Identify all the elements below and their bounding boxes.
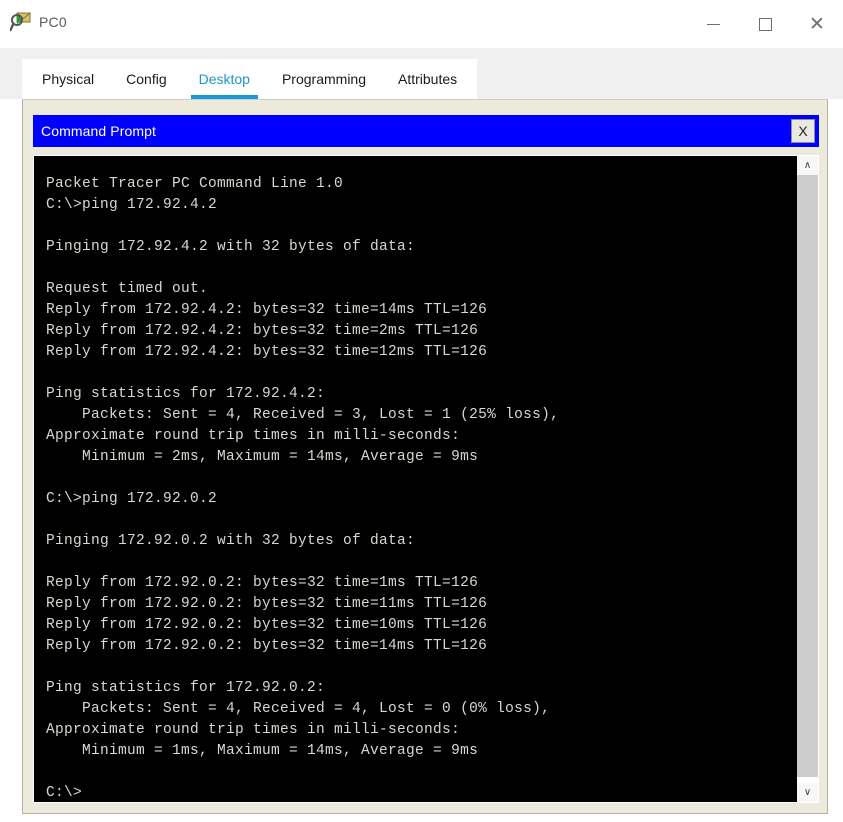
tab-list: Physical Config Desktop Programming Attr… [22, 59, 478, 99]
tab-attributes-label: Attributes [398, 71, 458, 87]
tab-strip: Physical Config Desktop Programming Attr… [0, 48, 843, 99]
window-title-text: PC0 [39, 14, 67, 30]
tab-desktop-label: Desktop [198, 71, 250, 87]
scrollbar-up-arrow[interactable]: ∧ [797, 156, 818, 175]
command-prompt-close-button[interactable]: X [791, 119, 815, 143]
tab-programming-label: Programming [281, 71, 366, 87]
tab-physical[interactable]: Physical [26, 59, 110, 99]
scrollbar-track[interactable] [797, 175, 818, 783]
close-button[interactable]: ✕ [791, 0, 843, 48]
window-titlebar: PC0 ✕ [0, 0, 843, 49]
window-controls: ✕ [687, 0, 843, 48]
tab-programming[interactable]: Programming [266, 59, 382, 99]
tab-config-label: Config [126, 71, 167, 87]
maximize-icon [758, 17, 772, 31]
packet-tracer-icon [9, 11, 32, 33]
tab-config[interactable]: Config [110, 59, 182, 99]
scrollbar-thumb[interactable] [797, 175, 818, 777]
desktop-panel: Command Prompt X Packet Tracer PC Comman… [22, 99, 828, 814]
command-prompt-window: Command Prompt X Packet Tracer PC Comman… [33, 115, 819, 803]
maximize-button[interactable] [739, 0, 791, 48]
terminal-output-area[interactable]: Packet Tracer PC Command Line 1.0 C:\>pi… [34, 156, 797, 802]
window-title-group: PC0 [9, 8, 67, 36]
command-prompt-titlebar: Command Prompt X [33, 115, 819, 147]
terminal-scrollbar[interactable]: ∧ ∨ [797, 156, 818, 802]
scrollbar-down-arrow[interactable]: ∨ [797, 783, 818, 802]
tab-desktop[interactable]: Desktop [183, 59, 266, 99]
terminal-output-text: Packet Tracer PC Command Line 1.0 C:\>pi… [46, 176, 560, 801]
minimize-icon [706, 23, 720, 25]
tab-physical-label: Physical [42, 71, 95, 87]
command-prompt-title: Command Prompt [41, 123, 156, 139]
close-icon: ✕ [809, 12, 825, 35]
terminal-container: Packet Tracer PC Command Line 1.0 C:\>pi… [33, 155, 819, 803]
minimize-button[interactable] [687, 0, 739, 48]
tab-attributes[interactable]: Attributes [382, 59, 473, 99]
